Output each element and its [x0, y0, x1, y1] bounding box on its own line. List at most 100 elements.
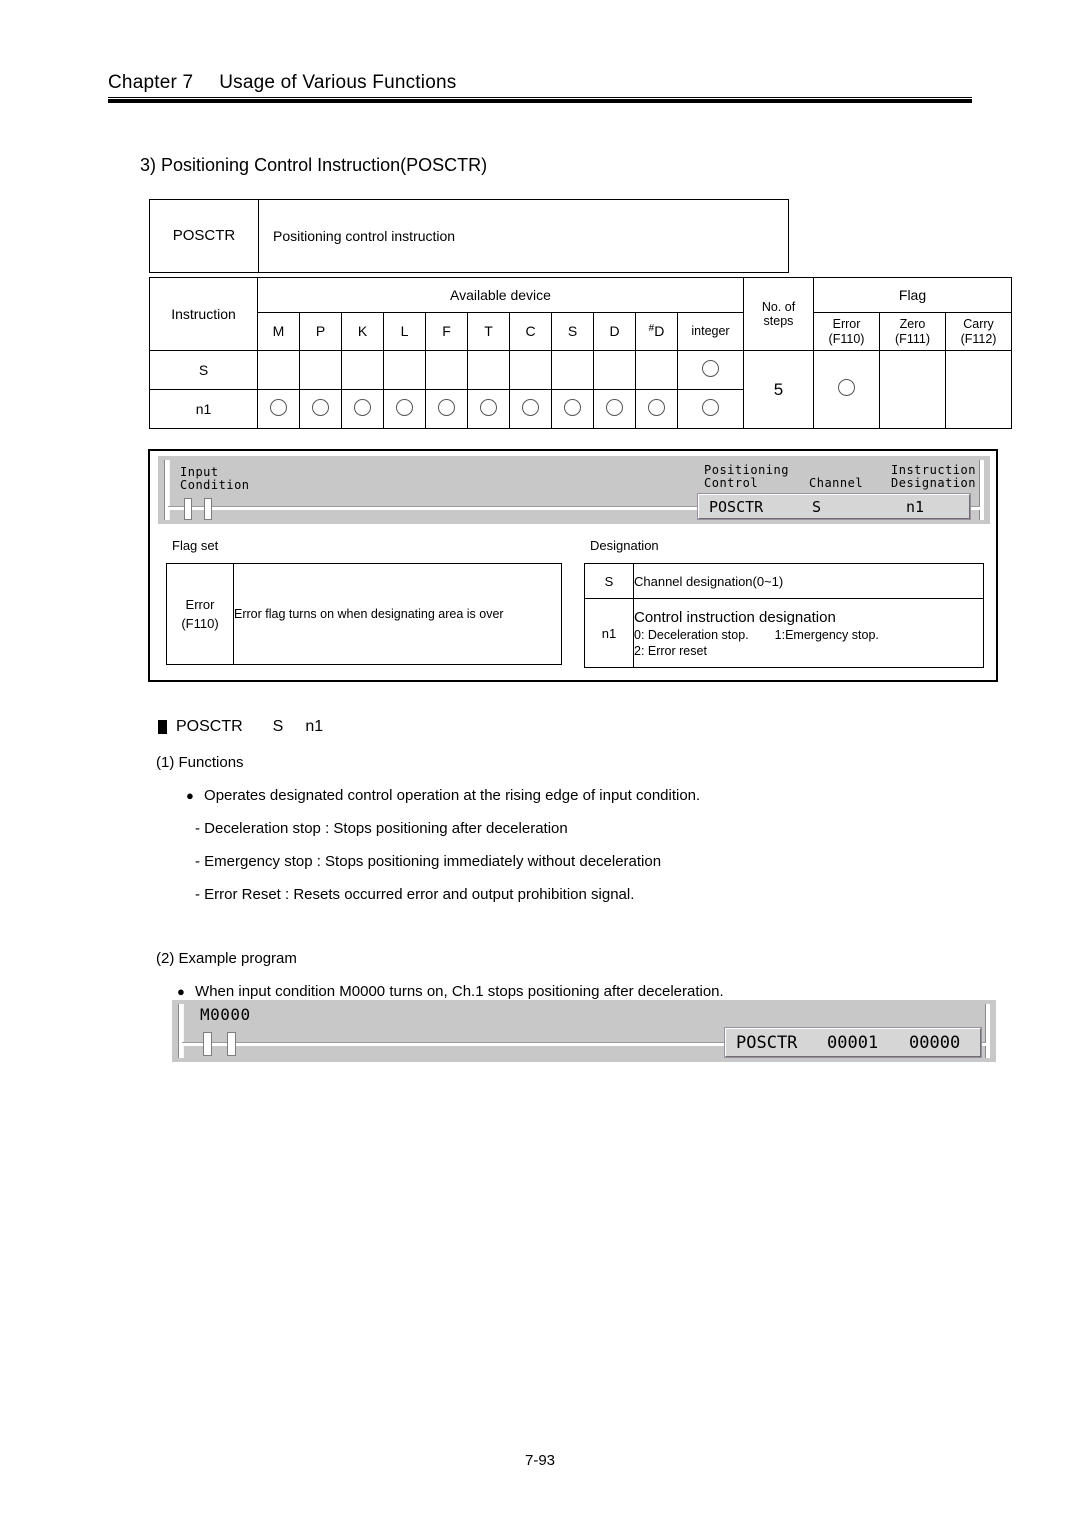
instruction-description-cell: Positioning control instruction — [257, 199, 790, 273]
header-device-hash-D: #D — [635, 312, 678, 351]
flag-set-caption: Flag set — [172, 538, 219, 553]
cell-S-S — [551, 350, 594, 390]
contact-bar-right-icon — [227, 1032, 236, 1056]
header-device-K: K — [341, 312, 384, 351]
instruction-name-table: POSCTR Positioning control instruction — [149, 199, 1001, 273]
cell-n1-K — [341, 389, 384, 429]
header-rule-thin — [108, 97, 972, 98]
availability-circle-icon — [522, 398, 539, 416]
instruction-box-operand-n1: 00000 — [909, 1032, 961, 1053]
header-instruction: Instruction — [149, 277, 258, 351]
availability-circle-icon — [702, 359, 719, 377]
cell-S-hash-D — [635, 350, 678, 390]
right-power-rail — [979, 460, 984, 520]
header-available-device: Available device — [257, 277, 744, 313]
cell-S-M — [257, 350, 300, 390]
instruction-box-name: POSCTR — [709, 497, 764, 516]
header-device-integer: integer — [677, 312, 744, 351]
designation-n1-title: Control instruction designation — [634, 608, 836, 626]
availability-circle-icon — [648, 398, 665, 416]
instruction-box-name: POSCTR — [736, 1032, 798, 1053]
page-number: 7-93 — [524, 1452, 556, 1469]
instruction-box-operand-s: S — [812, 497, 822, 516]
availability-circle-icon — [354, 398, 371, 416]
header-device-M: M — [257, 312, 300, 351]
cell-n1-D — [593, 389, 636, 429]
functions-detail-item: - Emergency stop : Stops positioning imm… — [195, 853, 662, 870]
header-device-S: S — [551, 312, 594, 351]
functions-heading: (1) Functions — [156, 754, 244, 771]
right-power-rail — [985, 1004, 990, 1058]
instruction-name-cell: POSCTR — [149, 199, 259, 273]
designation-value-n1: Control instruction designation 0: Decel… — [633, 598, 984, 668]
bullet-dot-icon: ● — [177, 984, 185, 999]
cell-S-D — [593, 350, 636, 390]
functions-bullet-item: ● Operates designated control operation … — [186, 787, 701, 804]
cell-n1-F — [425, 389, 468, 429]
designation-n1-option-2: 2: Error reset — [634, 643, 707, 658]
header-flag-carry: Carry (F112) — [944, 312, 1013, 351]
positioning-control-label: Positioning Control — [704, 463, 789, 490]
header-steps: No. of steps — [743, 277, 814, 351]
cell-n1-C — [509, 389, 552, 429]
availability-circle-icon — [838, 379, 855, 397]
table-row: S Channel designation(0~1) — [584, 563, 984, 599]
cell-n1-T — [467, 389, 510, 429]
cell-S-T — [467, 350, 510, 390]
designation-caption: Designation — [590, 538, 659, 553]
designation-n1-options: 0: Deceleration stop. 1:Emergency stop. — [634, 627, 879, 642]
operand-cell-S: S — [149, 350, 258, 390]
cell-n1-L — [383, 389, 426, 429]
availability-circle-icon — [396, 398, 413, 416]
contact-bar-left-icon — [184, 498, 192, 520]
table-row: Error (F110) Error flag turns on when de… — [166, 563, 562, 665]
instruction-box[interactable]: POSCTR 00001 00000 — [725, 1028, 981, 1057]
bullet-dot-icon: ● — [186, 788, 194, 803]
cell-flag-error-value — [813, 350, 880, 429]
availability-circle-icon — [312, 398, 329, 416]
left-power-rail — [164, 460, 170, 520]
cell-n1-hash-D — [635, 389, 678, 429]
flag-set-table: Error (F110) Error flag turns on when de… — [166, 563, 562, 665]
availability-circle-icon — [564, 398, 581, 416]
table-header-row-columns: M P K L F T C S D #D integer Error (F110… — [150, 312, 1013, 351]
header-device-F: F — [425, 312, 468, 351]
header-text: Chapter 7 Usage of Various Functions — [108, 72, 972, 94]
instruction-box-operand-s: 00001 — [827, 1032, 879, 1053]
table-row: POSCTR Positioning control instruction — [149, 199, 1002, 273]
section-square-marker-icon — [158, 720, 167, 734]
availability-circle-icon — [270, 398, 287, 416]
header-flag-zero: Zero (F111) — [879, 312, 946, 351]
spec-table-wrapper: POSCTR Positioning control instruction I… — [149, 199, 1013, 429]
input-condition-label: Input Condition — [180, 465, 250, 492]
table-header-row-groups: Instruction Available device No. of step… — [149, 277, 1013, 351]
flag-set-key: Error (F110) — [166, 563, 234, 665]
cell-steps-value: 5 — [743, 350, 814, 429]
table-row: S 5 — [149, 350, 1013, 429]
channel-label: Channel — [809, 476, 864, 490]
header-device-T: T — [467, 312, 510, 351]
contact-bar-right-icon — [204, 498, 212, 520]
availability-circle-icon — [438, 398, 455, 416]
left-power-rail — [178, 1004, 184, 1058]
designation-key-s: S — [584, 563, 634, 599]
section-title: 3) Positioning Control Instruction(POSCT… — [140, 155, 488, 175]
instruction-box[interactable]: POSCTR S n1 — [698, 494, 970, 519]
page-header: Chapter 7 Usage of Various Functions — [108, 72, 972, 103]
header-device-D: D — [593, 312, 636, 351]
operand-cell-n1: n1 — [149, 389, 258, 429]
functions-detail-item: - Error Reset : Resets occurred error an… — [195, 886, 635, 903]
instruction-box-operand-n1: n1 — [906, 497, 925, 516]
availability-circle-icon — [480, 398, 497, 416]
example-heading: (2) Example program — [156, 950, 297, 967]
header-device-P: P — [299, 312, 342, 351]
cell-flag-carry-value — [944, 350, 1013, 429]
cell-S-K — [341, 350, 384, 390]
flag-set-value: Error flag turns on when designating are… — [233, 563, 562, 665]
functions-detail-item: - Deceleration stop : Stops positioning … — [195, 820, 568, 837]
header-device-L: L — [383, 312, 426, 351]
example-bullet-item: ● When input condition M0000 turns on, C… — [177, 983, 724, 1000]
designation-table: S Channel designation(0~1) n1 Control in… — [584, 563, 984, 668]
namebar-empty-cell — [789, 200, 1001, 273]
cell-n1-P — [299, 389, 342, 429]
